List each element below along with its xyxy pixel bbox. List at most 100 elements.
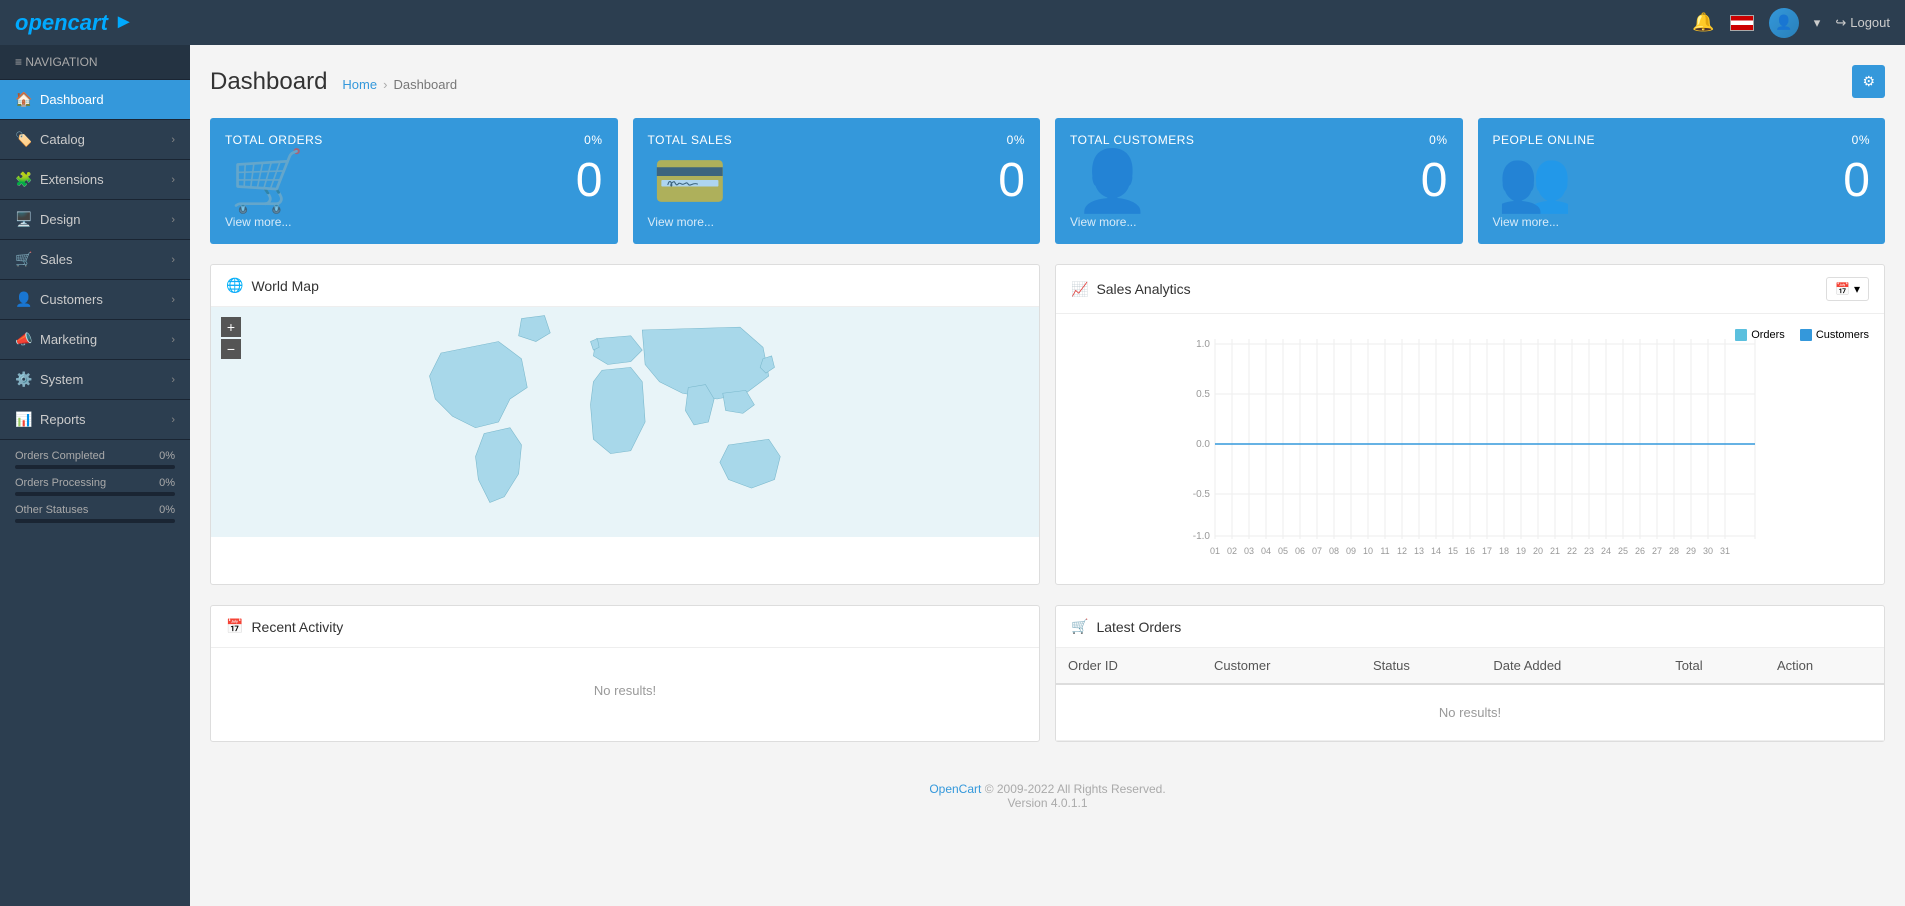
- table-column-header: Status: [1361, 648, 1481, 684]
- svg-text:-1.0: -1.0: [1193, 531, 1211, 542]
- flag-icon[interactable]: [1730, 15, 1754, 31]
- chart-legend-item: Customers: [1800, 329, 1869, 341]
- chart-icon: 📈: [1071, 281, 1088, 298]
- sidebar-item-sales[interactable]: 🛒 Sales ›: [0, 240, 190, 280]
- stat-percent: 0%: [1429, 133, 1447, 147]
- chevron-down-icon: ▾: [1854, 282, 1860, 296]
- stat-icon: 👤: [1075, 146, 1150, 217]
- cart-icon: 🛒: [1071, 618, 1088, 635]
- reports-label: Reports: [40, 412, 86, 427]
- footer-copyright: OpenCart © 2009-2022 All Rights Reserved…: [230, 782, 1865, 796]
- footer-brand-link[interactable]: OpenCart: [929, 782, 981, 796]
- notification-icon[interactable]: 🔔: [1692, 12, 1714, 33]
- stat-card-people-online: PEOPLE ONLINE 0% 👥 0 View more...: [1478, 118, 1886, 244]
- analytics-panel: 📈 Sales Analytics 📅 ▾ Orders Customers 1: [1055, 264, 1885, 585]
- svg-text:13: 13: [1414, 546, 1424, 556]
- latest-orders-title: 🛒 Latest Orders: [1071, 618, 1181, 635]
- chevron-right-icon: ›: [171, 414, 175, 426]
- svg-text:14: 14: [1431, 546, 1441, 556]
- map-controls: + −: [221, 317, 241, 359]
- sidebar-item-system[interactable]: ⚙️ System ›: [0, 360, 190, 400]
- order-status-section: Orders Completed 0% Orders Processing 0%…: [0, 440, 190, 541]
- chevron-right-icon: ›: [171, 334, 175, 346]
- design-label: Design: [40, 212, 80, 227]
- svg-text:20: 20: [1533, 546, 1543, 556]
- stat-percent: 0%: [584, 133, 602, 147]
- stat-icon: 👥: [1498, 146, 1573, 217]
- dashboard-icon: 🏠: [15, 91, 31, 108]
- svg-text:15: 15: [1448, 546, 1458, 556]
- svg-text:1.0: 1.0: [1196, 339, 1210, 350]
- user-name: ▾: [1814, 15, 1821, 31]
- sales-label: Sales: [40, 252, 73, 267]
- svg-text:03: 03: [1244, 546, 1254, 556]
- recent-activity-header: 📅 Recent Activity: [211, 606, 1039, 648]
- sidebar-item-extensions[interactable]: 🧩 Extensions ›: [0, 160, 190, 200]
- marketing-label: Marketing: [40, 332, 97, 347]
- extensions-icon: 🧩: [15, 171, 31, 188]
- order-status-label: Other Statuses 0%: [15, 504, 175, 516]
- avatar[interactable]: 👤: [1769, 8, 1799, 38]
- recent-activity-title: 📅 Recent Activity: [226, 618, 343, 635]
- zoom-out-button[interactable]: −: [221, 339, 241, 359]
- order-status-item: Orders Completed 0%: [15, 450, 175, 469]
- table-column-header: Order ID: [1056, 648, 1202, 684]
- cart-icon: ►: [114, 11, 134, 34]
- table-column-header: Action: [1765, 648, 1884, 684]
- stat-view-more-link[interactable]: View more...: [1493, 215, 1871, 229]
- recent-activity-body: No results!: [211, 648, 1039, 733]
- legend-dot: [1735, 329, 1747, 341]
- svg-text:05: 05: [1278, 546, 1288, 556]
- stat-card-total-orders: TOTAL ORDERS 0% 🛒 0 View more...: [210, 118, 618, 244]
- svg-text:01: 01: [1210, 546, 1220, 556]
- layout: ≡ NAVIGATION 🏠 Dashboard 🏷️ Catalog › 🧩 …: [0, 45, 1905, 906]
- svg-text:04: 04: [1261, 546, 1271, 556]
- latest-orders-header: 🛒 Latest Orders: [1056, 606, 1884, 648]
- legend-label: Orders: [1751, 329, 1785, 341]
- sidebar-item-reports[interactable]: 📊 Reports ›: [0, 400, 190, 440]
- orders-table-head: Order IDCustomerStatusDate AddedTotalAct…: [1056, 648, 1884, 684]
- customers-label: Customers: [40, 292, 103, 307]
- zoom-in-button[interactable]: +: [221, 317, 241, 337]
- stat-view-more-link[interactable]: View more...: [648, 215, 1026, 229]
- logo: opencart ►: [15, 10, 134, 36]
- chevron-right-icon: ›: [171, 134, 175, 146]
- sidebar-item-catalog[interactable]: 🏷️ Catalog ›: [0, 120, 190, 160]
- footer-copyright-text: © 2009-2022 All Rights Reserved.: [985, 782, 1166, 796]
- sidebar-item-design[interactable]: 🖥️ Design ›: [0, 200, 190, 240]
- customers-icon: 👤: [15, 291, 31, 308]
- svg-text:25: 25: [1618, 546, 1628, 556]
- svg-text:10: 10: [1363, 546, 1373, 556]
- chart-legend: Orders Customers: [1735, 329, 1869, 341]
- svg-text:31: 31: [1720, 546, 1730, 556]
- stat-view-more-link[interactable]: View more...: [225, 215, 603, 229]
- table-row: No results!: [1056, 684, 1884, 741]
- latest-orders-panel: 🛒 Latest Orders Order IDCustomerStatusDa…: [1055, 605, 1885, 742]
- svg-text:16: 16: [1465, 546, 1475, 556]
- breadcrumb-home[interactable]: Home: [342, 77, 377, 92]
- date-picker-button[interactable]: 📅 ▾: [1826, 277, 1869, 301]
- sidebar-item-dashboard[interactable]: 🏠 Dashboard: [0, 80, 190, 120]
- svg-text:-0.5: -0.5: [1193, 489, 1211, 500]
- stat-icon: 💳: [653, 146, 728, 217]
- catalog-icon: 🏷️: [15, 131, 31, 148]
- order-status-label: Orders Completed 0%: [15, 450, 175, 462]
- stats-row: TOTAL ORDERS 0% 🛒 0 View more... TOTAL S…: [210, 118, 1885, 244]
- sidebar-item-customers[interactable]: 👤 Customers ›: [0, 280, 190, 320]
- stat-view-more-link[interactable]: View more...: [1070, 215, 1448, 229]
- sidebar-nav: 🏠 Dashboard 🏷️ Catalog › 🧩 Extensions › …: [0, 80, 190, 440]
- logout-button[interactable]: ↪ Logout: [1835, 15, 1890, 31]
- analytics-header: 📈 Sales Analytics 📅 ▾: [1056, 265, 1884, 314]
- sidebar-item-marketing[interactable]: 📣 Marketing ›: [0, 320, 190, 360]
- logo-text: opencart: [15, 10, 108, 36]
- table-column-header: Customer: [1202, 648, 1361, 684]
- breadcrumb: Home › Dashboard: [342, 77, 457, 92]
- progress-bar-bg: [15, 465, 175, 469]
- svg-text:22: 22: [1567, 546, 1577, 556]
- svg-text:18: 18: [1499, 546, 1509, 556]
- orders-no-results: No results!: [1056, 684, 1884, 741]
- system-label: System: [40, 372, 83, 387]
- stat-percent: 0%: [1852, 133, 1870, 147]
- chart-container: Orders Customers 1.0 0.5 0.0 -0.5 -1.0: [1056, 314, 1884, 584]
- settings-button[interactable]: ⚙: [1852, 65, 1885, 98]
